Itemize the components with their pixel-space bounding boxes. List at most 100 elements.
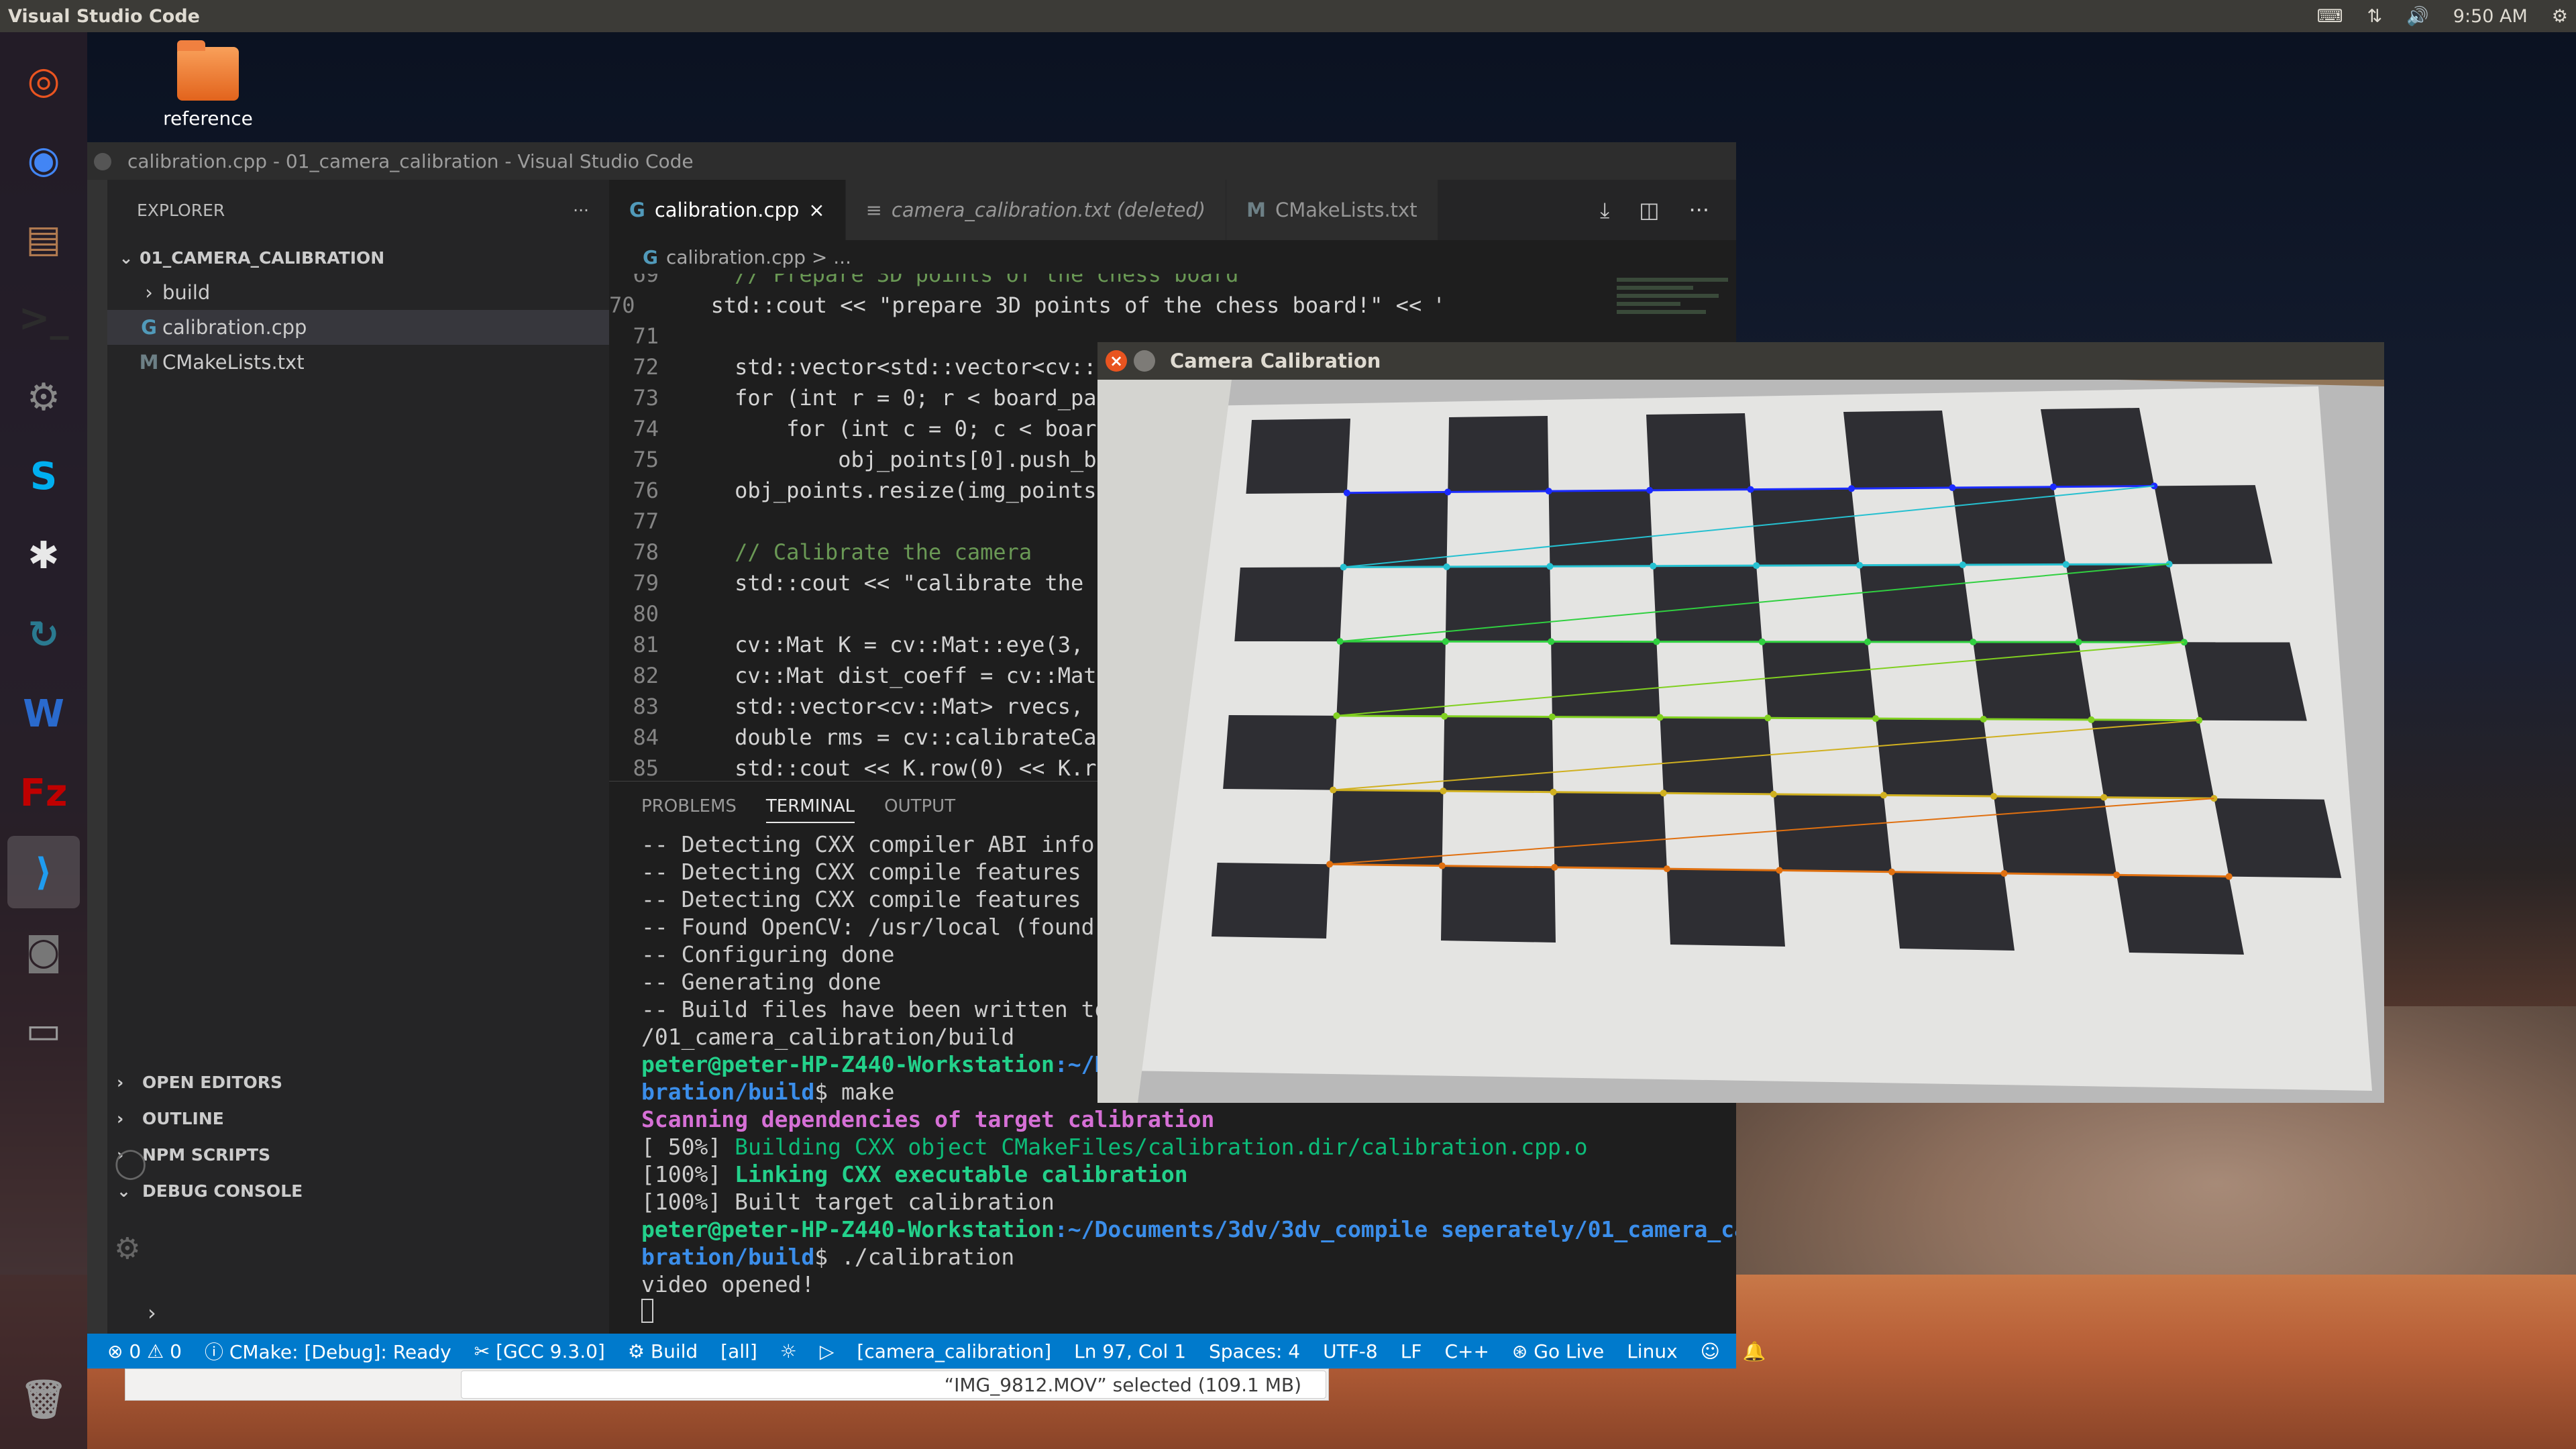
ubuntu-dash-icon[interactable]: ◎ (7, 44, 80, 117)
os-indicator[interactable]: Linux (1627, 1340, 1677, 1362)
code-line: 70 std::cout << "prepare 3D points of th… (609, 290, 1441, 321)
filezilla-icon[interactable]: Fz (7, 757, 80, 829)
debug-bug-icon[interactable]: ☼ (780, 1340, 797, 1362)
prompt-command: $ make (814, 1079, 895, 1105)
corner-point (1990, 793, 1998, 800)
language-mode[interactable]: C++ (1444, 1340, 1489, 1362)
chess-square (2065, 564, 2184, 643)
chess-square (1773, 794, 1892, 872)
chess-square (1666, 869, 1785, 947)
tab-output[interactable]: OUTPUT (884, 796, 955, 816)
tree-item-cmakelists[interactable]: M CMakeLists.txt (107, 345, 609, 380)
section-outline[interactable]: › OUTLINE (107, 1100, 609, 1136)
cpp-file-icon: G (629, 199, 645, 221)
indentation[interactable]: Spaces: 4 (1209, 1340, 1300, 1362)
terminal-cursor (641, 1299, 1736, 1326)
line-number: 78 (633, 539, 659, 565)
corner-point (1330, 786, 1337, 794)
problems-status[interactable]: ⊗ 0 ⚠ 0 (107, 1340, 182, 1362)
update-icon[interactable]: ↻ (7, 598, 80, 671)
corner-point (2000, 870, 2008, 877)
terminal-text: Linking CXX executable calibration (735, 1161, 1188, 1187)
corner-point (2062, 561, 2070, 568)
window-close-icon[interactable]: × (1106, 350, 1127, 372)
prompt-path: bration/build (641, 1244, 815, 1270)
trash-icon[interactable]: 🗑 (7, 1363, 80, 1436)
prompt-user: peter@peter-HP-Z440-Workstation (641, 1051, 1055, 1077)
section-open-editors[interactable]: › OPEN EDITORS (107, 1064, 609, 1100)
corner-point (1872, 715, 1879, 722)
feedback-icon[interactable]: ☺ (1701, 1340, 1720, 1362)
line-text: std::vector<std::vector<cv::Po (683, 354, 1123, 380)
disk-icon[interactable]: ▭ (7, 994, 80, 1067)
tab-problems[interactable]: PROBLEMS (641, 796, 737, 816)
chess-square (2041, 408, 2155, 487)
camera-icon[interactable]: ◙ (7, 915, 80, 987)
camera-window-titlebar[interactable]: × Camera Calibration (1097, 342, 2384, 380)
cmake-status[interactable]: ⓘ CMake: [Debug]: Ready (205, 1338, 451, 1364)
line-number: 82 (633, 663, 659, 688)
run-play-icon[interactable]: ▷ (820, 1340, 835, 1362)
chess-square (2214, 798, 2342, 878)
cpp-file-icon: G (141, 316, 157, 339)
tab-terminal[interactable]: TERMINAL (765, 796, 855, 823)
prompt-path: :~/Documents/3dv/3dv_compile seperately/… (1054, 1216, 1736, 1242)
tab-camera-calibration-txt[interactable]: ≡ camera_calibration.txt (deleted) (845, 180, 1227, 240)
go-live-button[interactable]: ⊛ Go Live (1512, 1340, 1604, 1362)
vscode-icon[interactable]: ⟩ (7, 836, 80, 908)
network-icon[interactable]: ⇅ (2367, 6, 2383, 27)
keyboard-icon[interactable]: ⌨ (2317, 6, 2343, 27)
window-close-icon[interactable] (94, 153, 111, 170)
tree-item-build[interactable]: › build (107, 275, 609, 310)
manage-gear-icon[interactable]: ⚙ (114, 1232, 140, 1266)
tab-close-icon[interactable]: × (808, 199, 824, 221)
volume-icon[interactable]: 🔊 (2406, 5, 2429, 27)
power-gear-icon[interactable]: ⚙ (2552, 6, 2568, 27)
kit-label: [GCC 9.3.0] (496, 1340, 605, 1362)
chrome-icon[interactable]: ◉ (7, 123, 80, 196)
tab-label: camera_calibration.txt (deleted) (891, 199, 1206, 221)
split-editor-icon[interactable]: ◫ (1639, 197, 1659, 223)
section-debug-console[interactable]: ⌄ DEBUG CONSOLE (107, 1173, 609, 1209)
chess-square (2116, 875, 2244, 955)
wps-icon[interactable]: W (7, 678, 80, 750)
launch-target-selector[interactable]: [camera_calibration] (857, 1340, 1051, 1362)
chess-square (1448, 416, 1549, 492)
build-button[interactable]: ⚙ Build (628, 1340, 698, 1362)
desktop-folder-reference[interactable]: reference (154, 40, 262, 129)
end-of-line[interactable]: LF (1401, 1340, 1422, 1362)
notifications-bell-icon[interactable]: 🔔 (1743, 1340, 1766, 1362)
explorer-more-icon[interactable]: ··· (573, 201, 589, 220)
cursor-position[interactable]: Ln 97, Col 1 (1074, 1340, 1186, 1362)
clock[interactable]: 9:50 AM (2453, 6, 2528, 27)
chess-square (1330, 790, 1444, 866)
debug-input-chevron-icon[interactable]: › (148, 1300, 156, 1326)
tree-item-label: build (162, 281, 211, 304)
breadcrumb[interactable]: G calibration.cpp > ... (609, 240, 1736, 274)
corner-point (1758, 638, 1766, 645)
corner-point (1753, 562, 1760, 570)
more-actions-icon[interactable]: ··· (1688, 197, 1709, 223)
encoding[interactable]: UTF-8 (1323, 1340, 1378, 1362)
cmake-file-icon: M (139, 351, 159, 374)
tree-item-calibration-cpp[interactable]: G calibration.cpp (107, 310, 609, 345)
settings-icon[interactable]: ⚙ (7, 361, 80, 433)
tab-cmakelists[interactable]: M CMakeLists.txt (1226, 180, 1438, 240)
cmake-status-label: CMake: [Debug]: Ready (229, 1341, 451, 1363)
terminal-icon[interactable]: >_ (7, 282, 80, 354)
skype-icon[interactable]: S (7, 440, 80, 513)
slack-icon[interactable]: ✱ (7, 519, 80, 592)
save-download-icon[interactable]: ⤓ (1600, 197, 1609, 223)
text-file-icon: ≡ (865, 199, 882, 221)
corner-point (1856, 561, 1863, 569)
section-npm-scripts[interactable]: › NPM SCRIPTS (107, 1136, 609, 1173)
files-icon[interactable]: ▤ (7, 203, 80, 275)
account-icon[interactable]: ◯ (114, 1146, 147, 1180)
corner-point (1656, 714, 1664, 721)
build-target-selector[interactable]: [all] (720, 1340, 757, 1362)
window-minimize-icon[interactable] (1134, 350, 1155, 372)
kit-selector[interactable]: ✂ [GCC 9.3.0] (474, 1340, 605, 1362)
tab-calibration-cpp[interactable]: G calibration.cpp × (609, 180, 846, 240)
explorer-root-folder[interactable]: ⌄ 01_CAMERA_CALIBRATION (107, 240, 609, 275)
vscode-titlebar[interactable]: calibration.cpp - 01_camera_calibration … (87, 142, 1736, 180)
